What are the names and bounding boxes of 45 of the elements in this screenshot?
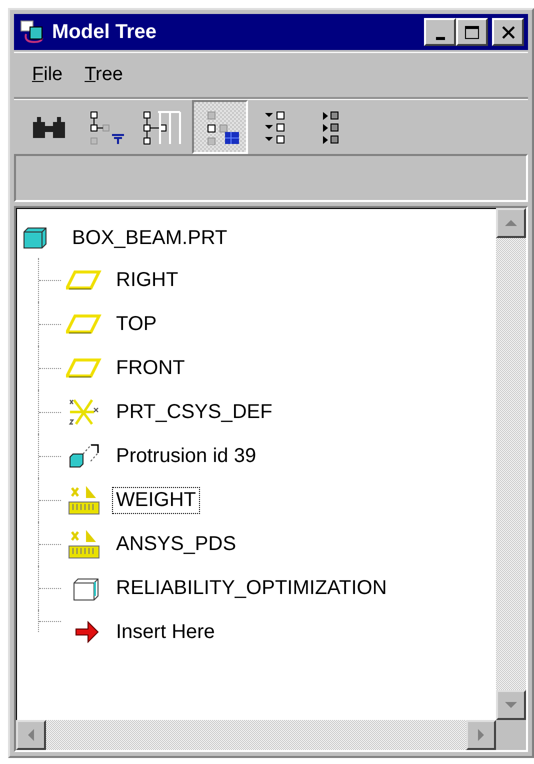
scroll-up-button[interactable]	[496, 208, 526, 238]
menu-item[interactable]: Tree	[84, 64, 123, 86]
model-node-label[interactable]: Insert Here	[112, 618, 219, 646]
scroll-left-button[interactable]	[16, 720, 46, 750]
menu-item[interactable]: File	[32, 64, 63, 86]
model-node-label[interactable]: Protrusion id 39	[112, 442, 260, 470]
model-node-label[interactable]: BOX_BEAM.PRT	[68, 224, 232, 252]
app-icon	[20, 20, 46, 44]
toolbar-button[interactable]	[192, 100, 248, 154]
left-arrow-icon	[26, 728, 36, 742]
horizontal-scrollbar[interactable]	[16, 720, 496, 750]
up-arrow-icon	[504, 218, 518, 228]
model-node-label[interactable]: PRT_CSYS_DEF	[112, 398, 276, 426]
connector-line	[38, 522, 63, 566]
model-node-label[interactable]: WEIGHT	[112, 486, 200, 514]
connector-line	[38, 478, 63, 522]
datum-plane-icon	[66, 313, 102, 335]
right-arrow-icon	[476, 728, 486, 742]
minimize-button[interactable]	[424, 18, 456, 46]
analysis-ruler-icon	[66, 528, 102, 560]
datum-plane-icon	[66, 357, 102, 379]
part-icon	[22, 226, 48, 250]
maximize-icon	[465, 26, 479, 38]
analysis-ruler-icon	[66, 484, 102, 516]
close-icon	[502, 26, 514, 38]
maximize-button[interactable]	[456, 18, 488, 46]
window-title: Model Tree	[52, 20, 158, 44]
connector-line	[38, 258, 63, 302]
datum-plane-icon	[66, 269, 102, 291]
connector-line	[38, 390, 63, 434]
connector-line	[38, 302, 63, 346]
close-button[interactable]	[492, 18, 524, 46]
model-node-label[interactable]: ANSYS_PDS	[112, 530, 240, 558]
model-node-label[interactable]: FRONT	[112, 354, 189, 382]
minimize-icon	[436, 36, 444, 40]
scrollbar-corner	[496, 720, 526, 750]
down-arrow-icon	[504, 700, 518, 710]
connector-line	[38, 346, 63, 390]
model-node-label[interactable]: RELIABILITY_OPTIMIZATION	[112, 574, 391, 602]
vertical-scrollbar[interactable]	[496, 208, 526, 720]
model-node-label[interactable]: TOP	[112, 310, 161, 338]
model-node-label[interactable]: RIGHT	[112, 266, 182, 294]
scroll-right-button[interactable]	[466, 720, 496, 750]
scroll-down-button[interactable]	[496, 690, 526, 720]
connector-line	[38, 434, 63, 478]
